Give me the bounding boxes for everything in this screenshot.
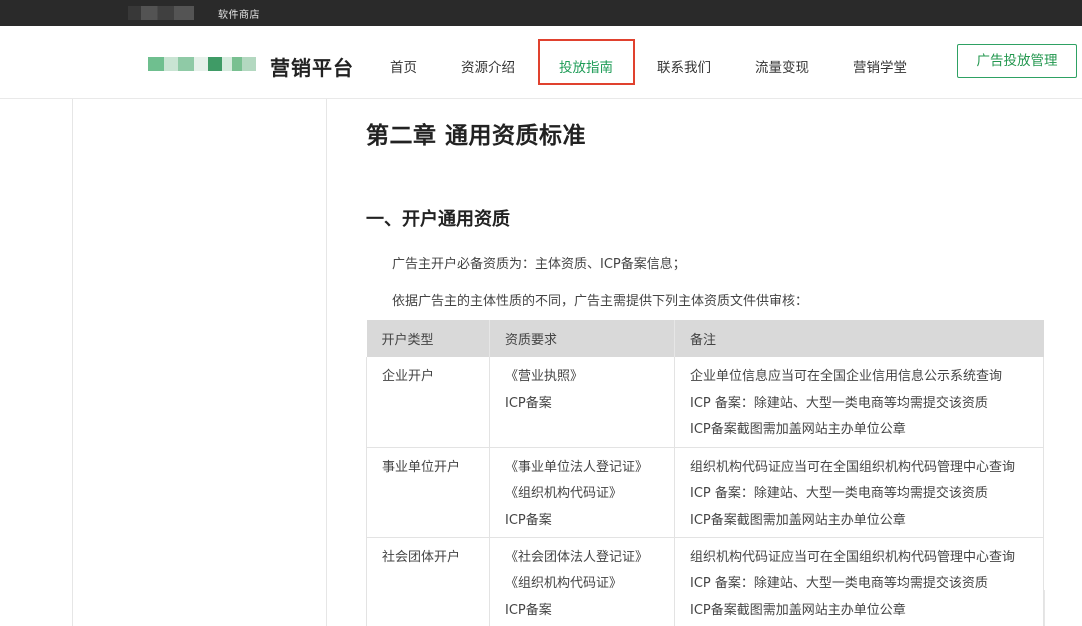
table-row: 企业开户 《营业执照》 ICP备案 企业单位信息应当可在全国企业信用信息公示系统… <box>366 357 1044 448</box>
requirement-item: 《组织机构代码证》 <box>505 576 623 591</box>
cell-notes: 企业单位信息应当可在全国企业信用信息公示系统查询 ICP 备案：除建站、大型一类… <box>674 357 1044 448</box>
account-type: 事业单位开户 <box>382 459 461 475</box>
right-edge-line <box>1044 590 1045 626</box>
cell-requirements: 《事业单位法人登记证》 《组织机构代码证》 ICP备案 <box>489 447 675 538</box>
note-item: 组织机构代码证应当可在全国组织机构代码管理中心查询 <box>690 549 1016 565</box>
note-item: ICP备案截图需加盖网站主办单位公章 <box>690 422 906 437</box>
requirement-item: 《事业单位法人登记证》 <box>505 459 649 475</box>
nav-academy[interactable]: 营销学堂 <box>853 56 907 76</box>
section-title: 一、开户通用资质 <box>366 209 510 230</box>
note-item: ICP备案截图需加盖网站主办单位公章 <box>690 602 906 618</box>
requirement-item: ICP备案 <box>505 512 552 528</box>
cell-type: 企业开户 <box>366 357 490 448</box>
software-store-label[interactable]: 软件商店 <box>218 6 260 21</box>
blurred-logo-icon[interactable] <box>148 57 256 71</box>
cell-type: 社会团体开户 <box>366 537 490 626</box>
ad-management-button[interactable]: 广告投放管理 <box>957 44 1077 78</box>
top-bar: 软件商店 <box>0 0 1082 26</box>
requirement-item: 《营业执照》 <box>505 369 584 384</box>
note-item: 企业单位信息应当可在全国企业信用信息公示系统查询 <box>690 369 1003 384</box>
requirement-item: 《组织机构代码证》 <box>505 486 623 501</box>
note-item: ICP 备案：除建站、大型一类电商等均需提交该资质 <box>690 395 988 411</box>
site-header: 营销平台 首页 资源介绍 投放指南 联系我们 流量变现 营销学堂 广告投放管理 <box>0 26 1082 99</box>
qualification-table: 开户类型 资质要求 备注 企业开户 《营业执照》 ICP备案 企业单位信息应当可… <box>366 320 1044 626</box>
intro-paragraph: 广告主开户必备资质为：主体资质、ICP备案信息； <box>392 257 686 272</box>
note-item: ICP 备案：除建站、大型一类电商等均需提交该资质 <box>690 576 988 591</box>
column-header-type: 开户类型 <box>366 320 490 357</box>
requirement-item: ICP备案 <box>505 602 552 618</box>
highlight-annotation-box <box>538 39 635 85</box>
nav-monetization[interactable]: 流量变现 <box>755 56 809 76</box>
blurred-app-icon <box>128 6 194 20</box>
content-divider <box>326 99 327 626</box>
account-type: 社会团体开户 <box>382 549 461 565</box>
account-type: 企业开户 <box>382 369 435 384</box>
brand-name[interactable]: 营销平台 <box>270 52 354 81</box>
cell-notes: 组织机构代码证应当可在全国组织机构代码管理中心查询 ICP 备案：除建站、大型一… <box>674 447 1044 538</box>
requirements-paragraph: 依据广告主的主体性质的不同，广告主需提供下列主体资质文件供审核： <box>392 294 809 309</box>
table-row: 社会团体开户 《社会团体法人登记证》 《组织机构代码证》 ICP备案 组织机构代… <box>366 537 1044 626</box>
sidebar-divider <box>72 99 73 626</box>
note-item: ICP 备案：除建站、大型一类电商等均需提交该资质 <box>690 486 988 501</box>
chapter-title: 第二章 通用资质标准 <box>366 123 587 149</box>
cell-requirements: 《营业执照》 ICP备案 <box>489 357 675 448</box>
column-header-requirements: 资质要求 <box>489 320 675 357</box>
note-item: 组织机构代码证应当可在全国组织机构代码管理中心查询 <box>690 459 1016 475</box>
requirement-item: ICP备案 <box>505 395 552 411</box>
cell-notes: 组织机构代码证应当可在全国组织机构代码管理中心查询 ICP 备案：除建站、大型一… <box>674 537 1044 626</box>
table-header-row: 开户类型 资质要求 备注 <box>366 320 1044 357</box>
column-header-notes: 备注 <box>674 320 1044 357</box>
nav-contact[interactable]: 联系我们 <box>657 56 711 76</box>
cell-type: 事业单位开户 <box>366 447 490 538</box>
requirement-item: 《社会团体法人登记证》 <box>505 549 649 565</box>
cell-requirements: 《社会团体法人登记证》 《组织机构代码证》 ICP备案 <box>489 537 675 626</box>
nav-home[interactable]: 首页 <box>390 56 417 76</box>
table-row: 事业单位开户 《事业单位法人登记证》 《组织机构代码证》 ICP备案 组织机构代… <box>366 447 1044 538</box>
nav-resources[interactable]: 资源介绍 <box>461 56 515 76</box>
note-item: ICP备案截图需加盖网站主办单位公章 <box>690 512 906 528</box>
